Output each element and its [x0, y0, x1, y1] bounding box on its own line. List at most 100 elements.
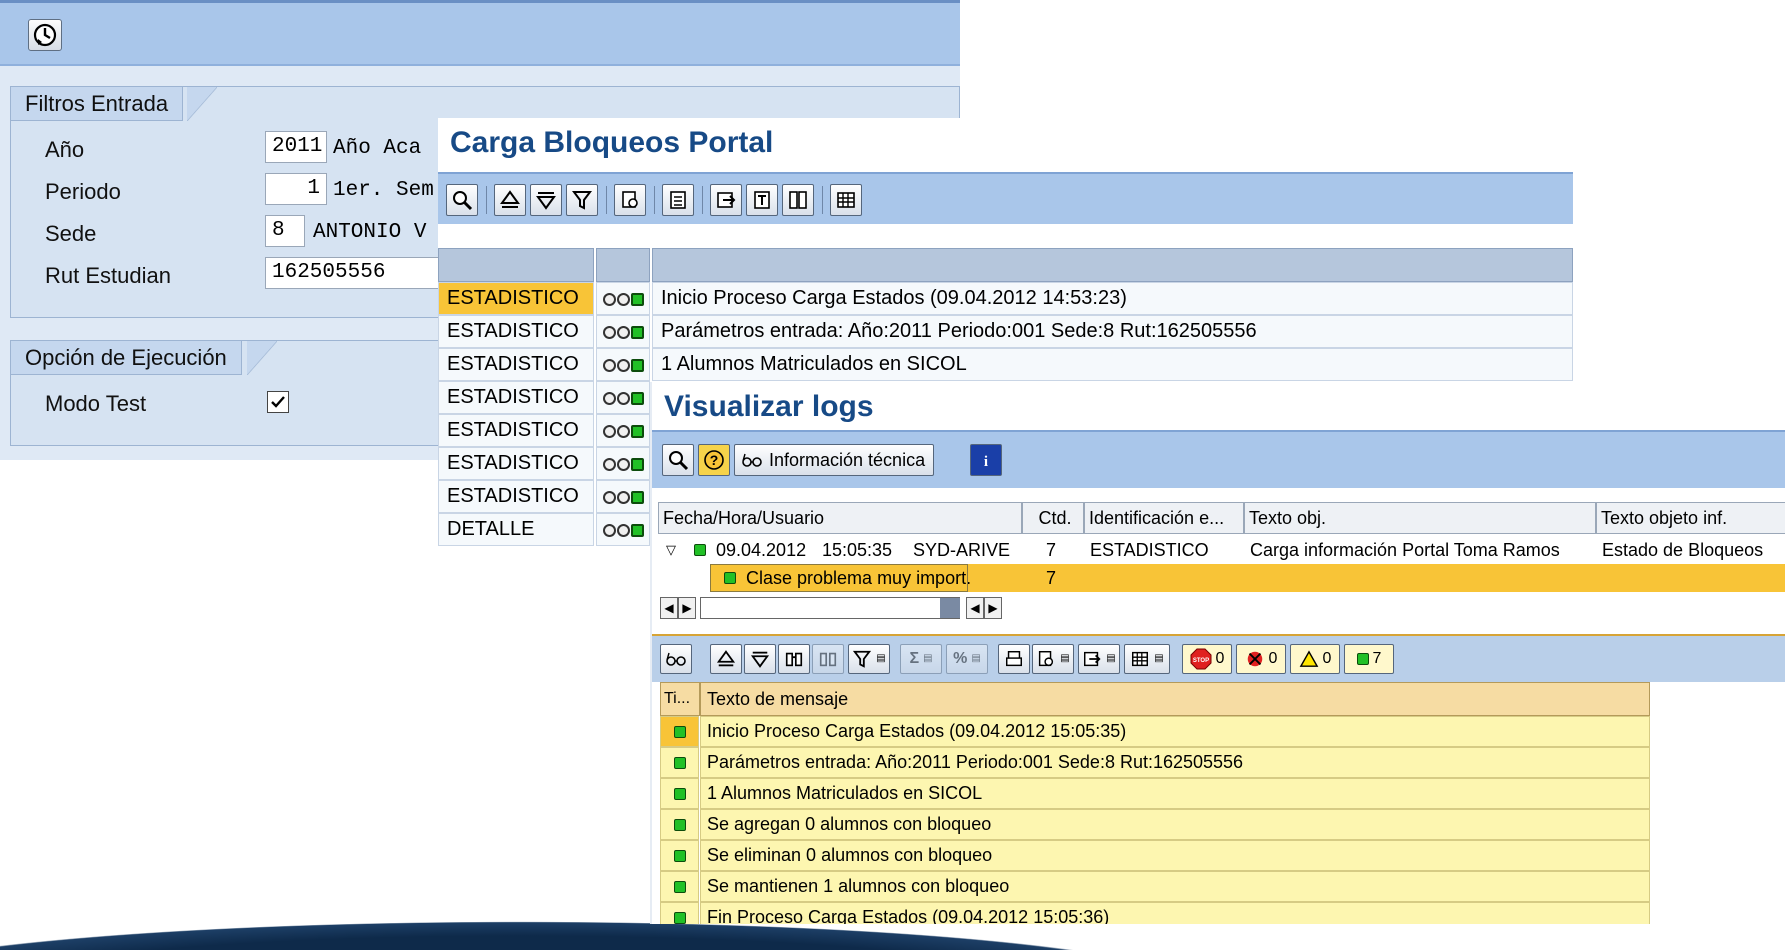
sum-button[interactable]: Σ ▤: [900, 644, 942, 674]
category-cell[interactable]: ESTADISTICO: [438, 414, 594, 447]
column-header-object-text[interactable]: Texto obj.: [1244, 502, 1596, 534]
success-messages-filter[interactable]: 7: [1344, 644, 1394, 674]
message-row[interactable]: Parámetros entrada: Año:2011 Periodo:001…: [700, 747, 1650, 778]
column-header-type[interactable]: Ti...: [660, 682, 700, 716]
alv-toolbar: [438, 172, 1573, 224]
filter-button[interactable]: [566, 184, 598, 216]
category-cell[interactable]: ESTADISTICO: [438, 315, 594, 348]
help-button[interactable]: ?: [698, 444, 730, 476]
status-lights: [596, 282, 650, 315]
category-cell[interactable]: ESTADISTICO: [438, 447, 594, 480]
student-rut-label: Rut Estudian: [45, 263, 171, 288]
message-type-cell[interactable]: [660, 902, 699, 924]
scroll-left-button[interactable]: ◀: [966, 597, 984, 619]
technical-info-button[interactable]: [660, 644, 692, 674]
filter-button[interactable]: ▤: [848, 644, 890, 674]
export-button[interactable]: [710, 184, 742, 216]
execute-button[interactable]: [28, 19, 62, 51]
info-button[interactable]: i: [970, 444, 1002, 476]
category-cell[interactable]: ESTADISTICO: [438, 480, 594, 513]
print-button[interactable]: [998, 644, 1030, 674]
log-subobject-text: Estado de Bloqueos: [1602, 540, 1764, 560]
details-button[interactable]: [446, 184, 478, 216]
column-header[interactable]: [596, 248, 650, 282]
year-input[interactable]: 2011: [265, 131, 327, 163]
export-button[interactable]: ▤: [1078, 644, 1120, 674]
message-cell[interactable]: Parámetros entrada: Año:2011 Periodo:001…: [652, 315, 1573, 348]
group-title-decoration: [187, 87, 217, 121]
collapse-triangle-icon[interactable]: ▽: [666, 536, 676, 564]
sort-descending-button[interactable]: [744, 644, 776, 674]
scroll-right-button[interactable]: ▶: [678, 597, 696, 619]
column-header-message-text[interactable]: Texto de mensaje: [700, 682, 1650, 716]
scroll-left-button[interactable]: ◀: [660, 597, 678, 619]
find-button[interactable]: [778, 644, 810, 674]
warning-messages-filter[interactable]: 0: [1290, 644, 1340, 674]
message-type-cell[interactable]: [660, 871, 699, 902]
message-type-cell[interactable]: [660, 840, 699, 871]
log-object-text: Carga información Portal Toma Ramos: [1250, 540, 1560, 560]
sort-ascending-button[interactable]: [710, 644, 742, 674]
technical-info-button[interactable]: Información técnica: [734, 444, 935, 476]
sort-descending-icon: [750, 651, 770, 668]
change-layout-button[interactable]: [782, 184, 814, 216]
horizontal-scrollbar[interactable]: ◀ ▶ ◀ ▶: [660, 597, 1020, 621]
stop-messages-filter[interactable]: STOP 0: [1182, 644, 1232, 674]
toolbar-separator: [606, 186, 607, 214]
column-header[interactable]: [652, 248, 1573, 282]
category-cell[interactable]: ESTADISTICO: [438, 348, 594, 381]
message-row[interactable]: Inicio Proceso Carga Estados (09.04.2012…: [700, 716, 1650, 747]
status-lights: [596, 447, 650, 480]
message-row[interactable]: Se agregan 0 alumnos con bloqueo: [700, 809, 1650, 840]
message-cell[interactable]: 1 Alumnos Matriculados en SICOL: [652, 348, 1573, 381]
view-icon: [1039, 651, 1054, 667]
category-cell[interactable]: ESTADISTICO: [438, 381, 594, 414]
sort-ascending-button[interactable]: [494, 184, 526, 216]
error-messages-filter[interactable]: 0: [1236, 644, 1286, 674]
layout-button[interactable]: ▤: [1124, 644, 1170, 674]
export-spreadsheet-button[interactable]: [662, 184, 694, 216]
success-count: 7: [1372, 650, 1382, 667]
stop-count: 0: [1215, 650, 1225, 667]
campus-input[interactable]: 8: [265, 215, 305, 247]
message-row[interactable]: 1 Alumnos Matriculados en SICOL: [700, 778, 1650, 809]
column-header[interactable]: [438, 248, 594, 282]
message-type-cell[interactable]: [660, 716, 699, 747]
status-lights: [596, 381, 650, 414]
problem-class-quantity: 7: [1046, 568, 1057, 588]
column-header-identification[interactable]: Identificación e...: [1084, 502, 1244, 534]
sort-descending-button[interactable]: [530, 184, 562, 216]
message-row[interactable]: Fin Proceso Carga Estados (09.04.2012 15…: [700, 902, 1650, 924]
category-cell[interactable]: ESTADISTICO: [438, 282, 594, 315]
message-row[interactable]: Se mantienen 1 alumnos con bloqueo: [700, 871, 1650, 902]
student-rut-input[interactable]: 162505556: [265, 257, 445, 289]
message-row[interactable]: Se eliminan 0 alumnos con bloqueo: [700, 840, 1650, 871]
scroll-track[interactable]: [700, 597, 960, 619]
status-lights: [596, 513, 650, 546]
sort-ascending-icon: [716, 650, 736, 667]
success-status-icon: [673, 849, 686, 862]
window-title: Carga Bloqueos Portal: [450, 126, 774, 159]
period-input[interactable]: 1: [265, 173, 327, 205]
message-type-cell[interactable]: [660, 809, 699, 840]
scroll-thumb[interactable]: [940, 598, 960, 618]
subtotals-button[interactable]: % ▤: [946, 644, 988, 674]
column-header-date-user[interactable]: Fecha/Hora/Usuario: [658, 502, 1022, 534]
toolbar-separator: [822, 186, 823, 214]
print-preview-button[interactable]: [614, 184, 646, 216]
find-next-button[interactable]: [812, 644, 844, 674]
category-cell[interactable]: DETALLE: [438, 513, 594, 546]
grid-view-button[interactable]: [830, 184, 862, 216]
views-button[interactable]: ▤: [1032, 644, 1074, 674]
message-type-cell[interactable]: [660, 778, 699, 809]
test-mode-checkbox[interactable]: [267, 391, 289, 413]
scroll-right-button[interactable]: ▶: [984, 597, 1002, 619]
details-button[interactable]: [662, 444, 694, 476]
message-type-cell[interactable]: [660, 747, 699, 778]
log-tree-row[interactable]: ▽ 09.04.2012 15:05:35 SYD-ARIVE 7 ESTADI…: [658, 536, 1785, 564]
message-cell[interactable]: Inicio Proceso Carga Estados (09.04.2012…: [652, 282, 1573, 315]
column-header-subobject-text[interactable]: Texto objeto inf.: [1596, 502, 1785, 534]
application-toolbar: [0, 0, 960, 66]
word-processing-button[interactable]: [746, 184, 778, 216]
column-header-qty[interactable]: Ctd.: [1022, 502, 1084, 534]
